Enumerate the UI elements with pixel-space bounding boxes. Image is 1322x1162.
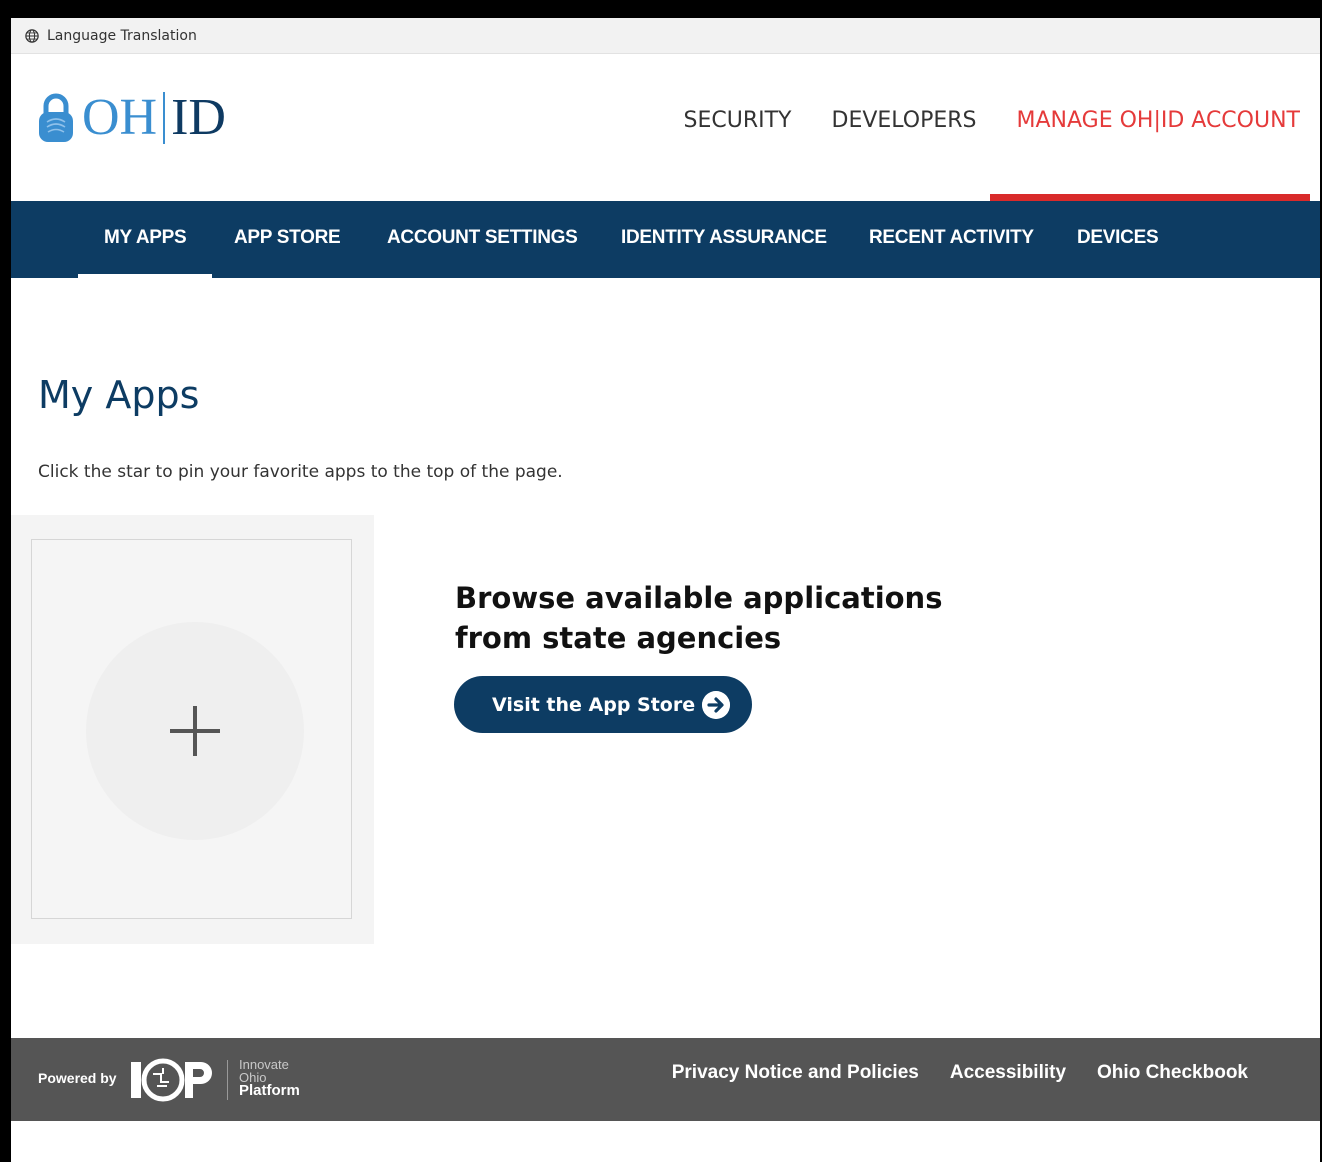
sub-nav-devices[interactable]: DEVICES [1077, 201, 1159, 278]
top-nav-manage-account[interactable]: MANAGE OH|ID ACCOUNT [1017, 108, 1301, 133]
visit-app-store-button[interactable]: Visit the App Store [454, 676, 752, 733]
logo-divider [163, 92, 166, 144]
language-translation-label[interactable]: Language Translation [47, 28, 197, 44]
account-sub-nav: MY APPS APP STORE ACCOUNT SETTINGS IDENT… [11, 201, 1320, 278]
lock-icon [39, 93, 73, 142]
logo-id-text: ID [171, 89, 226, 146]
arrow-right-circle-icon [702, 691, 730, 719]
language-translation-bar[interactable]: Language Translation [11, 18, 1320, 54]
intro-text: Click the star to pin your favorite apps… [38, 462, 563, 482]
footer-link-privacy[interactable]: Privacy Notice and Policies [672, 1062, 919, 1084]
add-app-tile-container [11, 515, 374, 944]
footer-link-accessibility[interactable]: Accessibility [950, 1062, 1066, 1084]
sub-nav-app-store[interactable]: APP STORE [234, 201, 341, 278]
top-nav-security[interactable]: SECURITY [684, 108, 792, 133]
powered-by-label: Powered by [38, 1070, 117, 1086]
footer-link-ohio-checkbook[interactable]: Ohio Checkbook [1097, 1062, 1248, 1084]
site-footer: Powered by Innovate Ohio Platform Privac… [11, 1038, 1320, 1121]
page-title: My Apps [38, 373, 200, 417]
site-header: OH ID SECURITY DEVELOPERS MANAGE OH|ID A… [11, 54, 1320, 201]
sub-nav-recent-activity[interactable]: RECENT ACTIVITY [869, 201, 1034, 278]
active-tab-indicator [990, 194, 1310, 201]
browser-frame: Language Translation OH ID SECURITY DEVE… [11, 18, 1320, 1162]
add-app-tile[interactable] [31, 539, 352, 919]
platform-line-3: Platform [239, 1082, 300, 1099]
sub-nav-account-settings[interactable]: ACCOUNT SETTINGS [387, 201, 578, 278]
footer-links: Privacy Notice and Policies Accessibilit… [641, 1062, 1248, 1084]
visit-app-store-label: Visit the App Store [492, 693, 696, 716]
add-app-circle[interactable] [86, 622, 304, 840]
sub-nav-identity-assurance[interactable]: IDENTITY ASSURANCE [621, 201, 827, 278]
logo-oh-text: OH [82, 89, 158, 146]
sub-nav-my-apps[interactable]: MY APPS [77, 201, 213, 278]
browse-apps-heading: Browse available applications from state… [455, 581, 943, 655]
innovate-ohio-platform-text: Innovate Ohio Platform [239, 1058, 300, 1099]
top-nav: SECURITY DEVELOPERS MANAGE OH|ID ACCOUNT [644, 108, 1320, 133]
plus-icon [170, 706, 220, 756]
globe-icon [25, 28, 39, 43]
top-nav-developers[interactable]: DEVELOPERS [832, 108, 977, 133]
ohid-logo[interactable]: OH ID [38, 92, 226, 144]
